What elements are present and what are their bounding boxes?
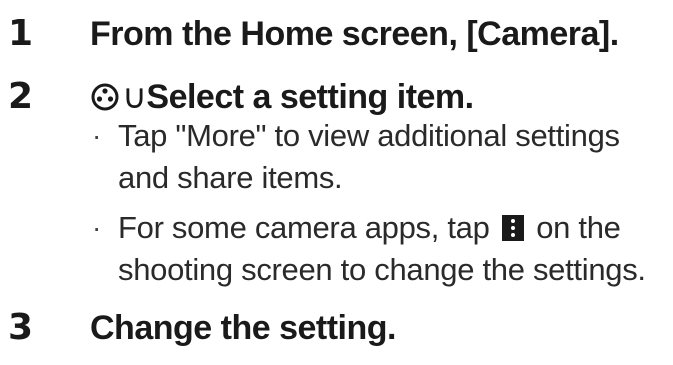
step-number: 3 xyxy=(8,307,34,348)
step-number: 1 xyxy=(8,13,34,54)
step-number: 2 xyxy=(8,76,34,117)
step-title-text: Select a setting item. xyxy=(146,78,474,116)
bullet-list: · Tap "More" to view additional settings… xyxy=(90,115,670,299)
bullet-text-before: For some camera apps, tap xyxy=(118,210,490,245)
bullet-dot: · xyxy=(92,120,102,151)
more-options-icon xyxy=(501,215,524,241)
step-title: From the Home screen, [Camera]. xyxy=(90,15,619,53)
bullet-item: · Tap "More" to view additional settings… xyxy=(90,115,670,199)
bullet-dot: · xyxy=(92,212,102,243)
bullet-item: · For some camera apps, tap on the shoot… xyxy=(90,207,670,291)
bullet-text: Tap "More" to view additional settings a… xyxy=(118,118,620,195)
step-title: Change the setting. xyxy=(90,309,396,347)
arrow-symbol: ∪ xyxy=(122,78,147,116)
